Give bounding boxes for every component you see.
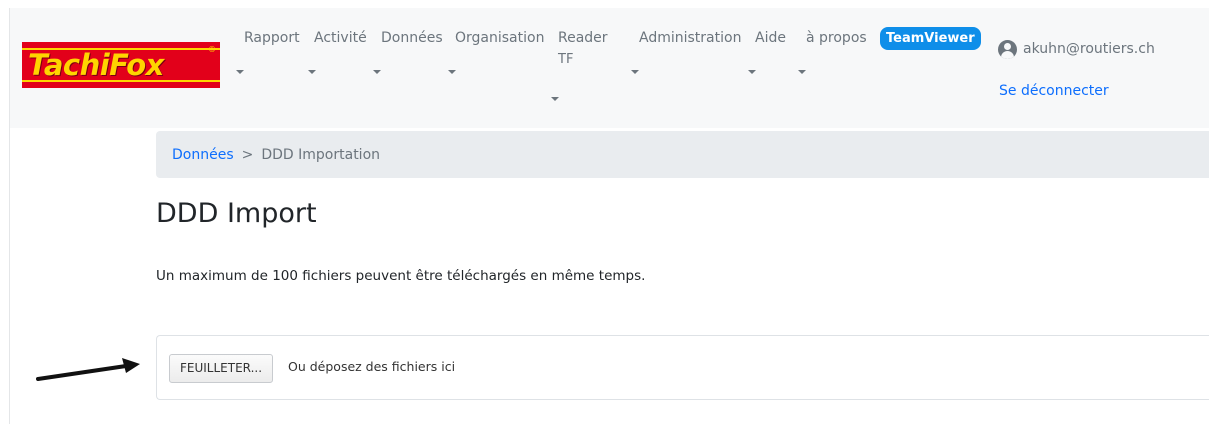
chevron-down-icon[interactable]: [748, 70, 756, 74]
nav-a-propos-label: à propos: [806, 30, 867, 46]
chevron-down-icon[interactable]: [236, 70, 244, 74]
browse-files-button[interactable]: FEUILLETER...: [169, 354, 274, 383]
nav-donnees-label: Données: [381, 30, 443, 46]
nav-reader-tf[interactable]: Reader TF: [558, 28, 608, 70]
nav-administration[interactable]: Administration: [639, 28, 741, 48]
nav-a-propos[interactable]: à propos: [806, 28, 867, 48]
user-icon: [998, 40, 1017, 59]
chevron-down-icon[interactable]: [798, 70, 806, 74]
chevron-down-icon[interactable]: [308, 70, 316, 74]
nav-organisation[interactable]: Organisation: [455, 28, 544, 48]
nav-activite-label: Activité: [314, 30, 367, 46]
user-email[interactable]: akuhn@routiers.ch: [1023, 41, 1155, 57]
annotation-arrow-icon: [36, 358, 140, 381]
teamviewer-button[interactable]: TeamViewer: [880, 27, 981, 50]
page-title: DDD Import: [156, 198, 317, 229]
nav-tf-label: TF: [558, 52, 574, 67]
chevron-down-icon[interactable]: [448, 70, 456, 74]
nav-reader-label: Reader: [558, 30, 608, 46]
tachifox-logo[interactable]: TachiFox ®: [22, 42, 220, 88]
breadcrumb: Données > DDD Importation: [156, 131, 1209, 178]
nav-rapport-label: Rapport: [244, 30, 300, 46]
nav-organisation-label: Organisation: [455, 30, 545, 46]
nav-activite[interactable]: Activité: [314, 28, 367, 48]
chevron-down-icon[interactable]: [373, 70, 381, 74]
chevron-down-icon[interactable]: [631, 70, 639, 74]
upload-limit-info: Un maximum de 100 fichiers peuvent être …: [156, 268, 646, 284]
logout-link[interactable]: Se déconnecter: [999, 83, 1109, 99]
nav-administration-label: Administration: [639, 30, 742, 46]
nav-rapport[interactable]: Rapport: [244, 28, 300, 48]
nav-donnees[interactable]: Données: [381, 28, 443, 48]
nav-aide[interactable]: Aide: [755, 28, 786, 48]
nav-aide-label: Aide: [755, 30, 786, 46]
logo-registered-mark: ®: [208, 45, 216, 54]
breadcrumb-current: DDD Importation: [261, 146, 381, 163]
file-drop-zone[interactable]: FEUILLETER... Ou déposez des fichiers ic…: [156, 335, 1209, 400]
chevron-down-icon[interactable]: [551, 97, 559, 101]
page-left-border: [0, 8, 10, 424]
drop-files-hint: Ou déposez des fichiers ici: [288, 359, 456, 374]
breadcrumb-donnees-link[interactable]: Données: [172, 147, 234, 163]
breadcrumb-separator: >: [241, 146, 254, 163]
logo-text: TachiFox: [28, 48, 164, 82]
